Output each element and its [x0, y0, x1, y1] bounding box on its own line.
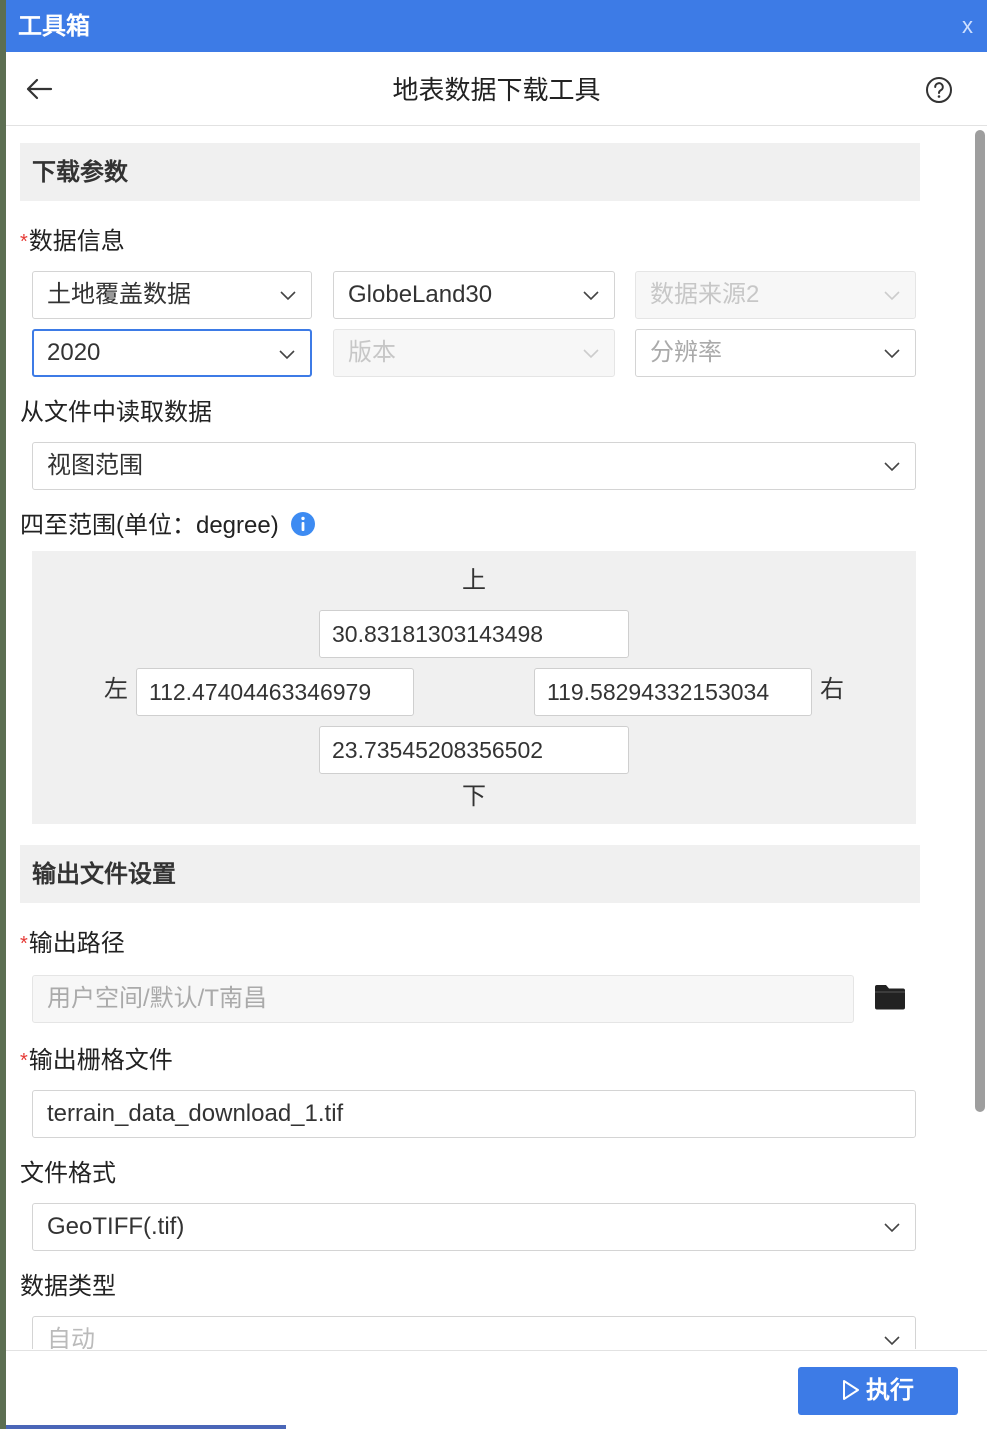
- left-extent-input[interactable]: 112.47404463346979: [136, 668, 414, 716]
- chevron-down-icon: [884, 1336, 900, 1346]
- chevron-down-icon: [884, 291, 900, 301]
- output-path-label: *输出路径: [20, 930, 125, 957]
- output-raster-label: *输出栅格文件: [20, 1047, 173, 1074]
- chevron-down-icon: [884, 1223, 900, 1233]
- bottom-label: 下: [462, 783, 486, 810]
- read-from-file-select[interactable]: 视图范围: [32, 442, 916, 490]
- chevron-down-icon: [280, 291, 296, 301]
- help-icon[interactable]: [925, 76, 953, 104]
- data-type-select[interactable]: 土地覆盖数据: [32, 271, 312, 319]
- output-raster-input[interactable]: terrain_data_download_1.tif: [32, 1090, 916, 1138]
- required-mark: *: [20, 1050, 28, 1072]
- tool-header: 地表数据下载工具: [6, 52, 987, 126]
- section-download-params: 下载参数: [20, 143, 920, 201]
- folder-icon[interactable]: [874, 983, 906, 1011]
- form-content: 下载参数 *数据信息 土地覆盖数据 GlobeLand30 数据来源2 2020…: [6, 127, 987, 1349]
- data-type-output-select[interactable]: 自动: [32, 1316, 916, 1349]
- resolution-select[interactable]: 分辨率: [635, 329, 916, 377]
- info-icon[interactable]: [290, 512, 315, 536]
- output-path-field[interactable]: 用户空间/默认/T南昌: [32, 975, 854, 1023]
- top-extent-input[interactable]: 30.83181303143498: [319, 610, 629, 658]
- left-label: 左: [104, 676, 128, 703]
- title-bar: 工具箱 x: [6, 0, 987, 52]
- scrollbar[interactable]: [975, 130, 985, 1112]
- footer-bar: 执行: [6, 1350, 987, 1429]
- data-source-select[interactable]: GlobeLand30: [333, 271, 615, 319]
- taskbar-indicator: [6, 1425, 286, 1429]
- year-select[interactable]: 2020: [32, 329, 312, 377]
- bottom-extent-input[interactable]: 23.73545208356502: [319, 726, 629, 774]
- window-title: 工具箱: [18, 13, 90, 40]
- right-label: 右: [820, 676, 844, 703]
- chevron-down-icon: [583, 349, 599, 359]
- file-format-select[interactable]: GeoTIFF(.tif): [32, 1203, 916, 1251]
- file-format-label: 文件格式: [20, 1160, 116, 1187]
- chevron-down-icon: [884, 462, 900, 472]
- top-label: 上: [462, 567, 486, 594]
- chevron-down-icon: [583, 291, 599, 301]
- extent-panel: 上 30.83181303143498 左 112.47404463346979…: [32, 551, 916, 824]
- data-info-label: *数据信息: [20, 228, 125, 255]
- read-from-file-label: 从文件中读取数据: [20, 399, 212, 426]
- section-title: 输出文件设置: [32, 861, 176, 888]
- play-icon: [843, 1380, 859, 1400]
- close-button[interactable]: x: [962, 12, 973, 40]
- run-button[interactable]: 执行: [798, 1367, 958, 1415]
- page-title: 地表数据下载工具: [392, 75, 601, 105]
- section-title: 下载参数: [32, 159, 128, 186]
- extent-label: 四至范围(单位：degree): [20, 512, 315, 540]
- right-extent-input[interactable]: 119.58294332153034: [534, 668, 812, 716]
- chevron-down-icon: [279, 350, 295, 360]
- required-mark: *: [20, 933, 28, 955]
- section-output-settings: 输出文件设置: [20, 845, 920, 903]
- required-mark: *: [20, 231, 28, 253]
- data-source2-select[interactable]: 数据来源2: [635, 271, 916, 319]
- data-type-label: 数据类型: [20, 1273, 116, 1300]
- version-select[interactable]: 版本: [333, 329, 615, 377]
- chevron-down-icon: [884, 349, 900, 359]
